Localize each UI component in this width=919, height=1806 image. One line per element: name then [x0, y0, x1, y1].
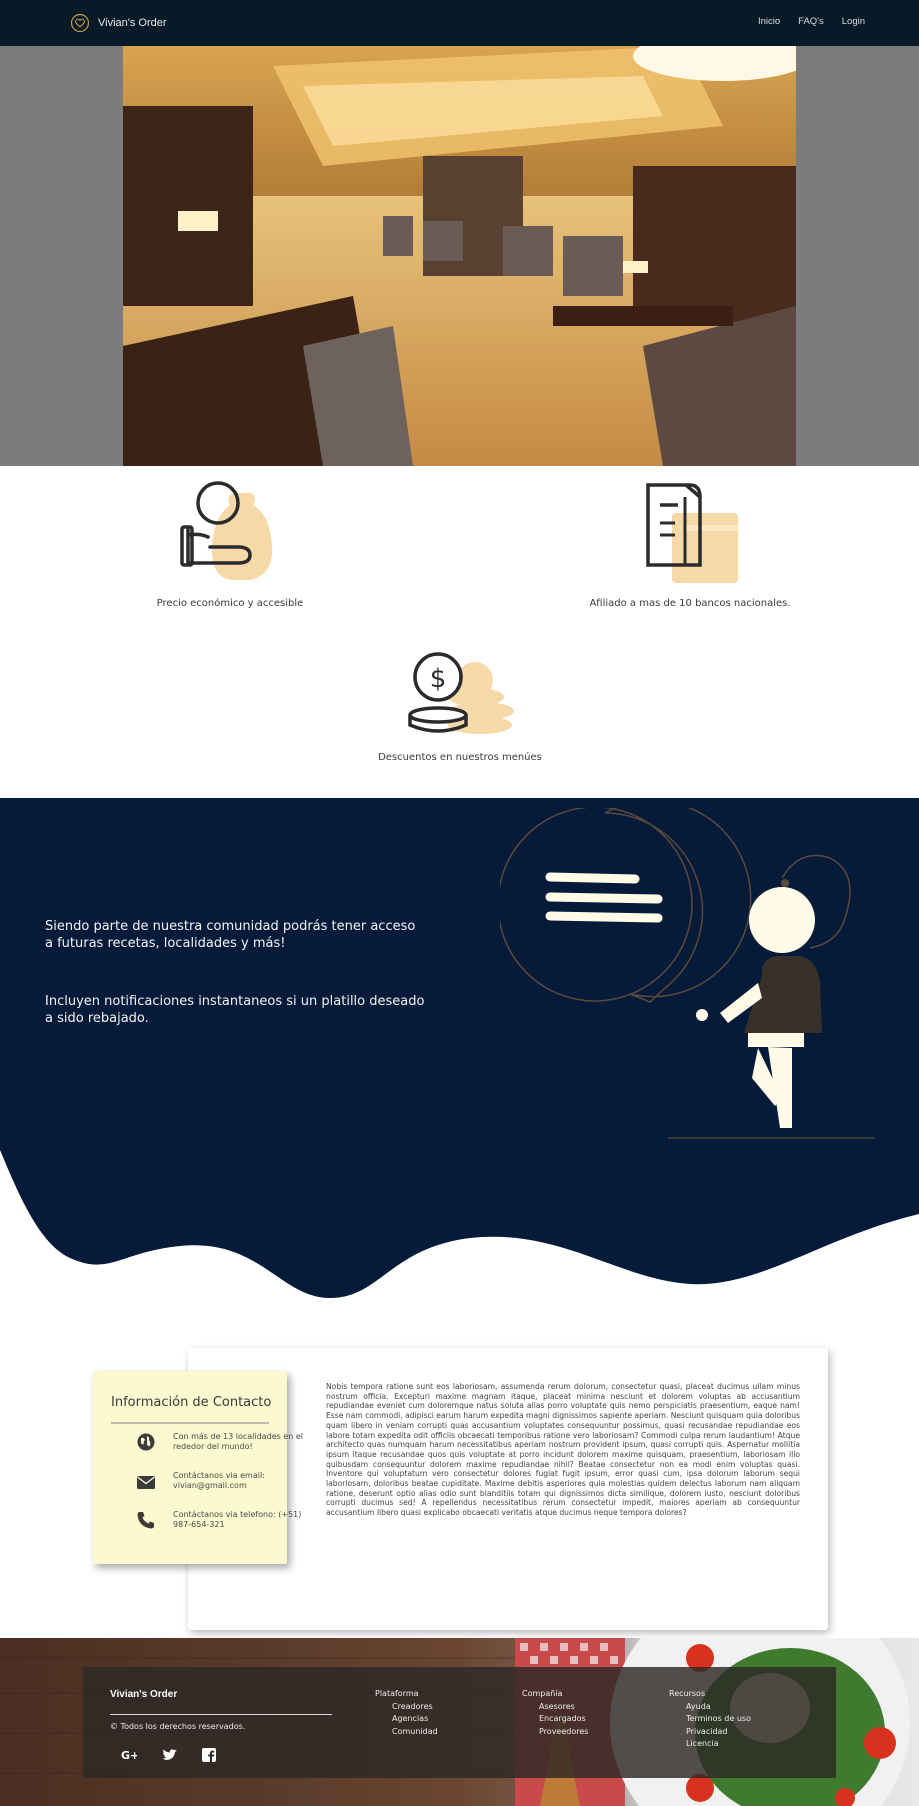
bank-card-icon: [646, 483, 738, 583]
contact-email[interactable]: Contáctanos via email: vivian@gmail.com: [173, 1471, 303, 1490]
contact-locations: Con más de 13 localidades en el rededor …: [173, 1432, 303, 1451]
nav-link-inicio[interactable]: Inicio: [758, 16, 780, 27]
envelope-icon: [137, 1476, 155, 1489]
promo-section: Siendo parte de nuestra comunidad podrás…: [0, 798, 919, 1318]
nav-links: Inicio FAQ's Login: [758, 16, 865, 27]
promo-text-2: Incluyen notificaciones instantaneos si …: [45, 994, 425, 1026]
contact-card: Información de Contacto Con más de 13 lo…: [93, 1371, 303, 1564]
google-plus-icon[interactable]: G+: [121, 1747, 137, 1763]
footer-link-creadores[interactable]: Creadores: [375, 1701, 438, 1714]
coins-icon: $: [408, 652, 514, 734]
hand-money-bag-icon: [180, 481, 273, 580]
footer-col-title: Recursos: [669, 1689, 706, 1698]
contact-title: Información de Contacto: [111, 1395, 272, 1410]
promo-text-1: Siendo parte de nuestra comunidad podrás…: [45, 919, 416, 951]
footer-divider: [110, 1714, 332, 1715]
feature-price: Precio económico y accesible: [140, 475, 320, 609]
footer: Vivian's Order © Todos los derechos rese…: [0, 1638, 919, 1806]
heart-logo-icon: [70, 13, 90, 33]
footer-link-proveedores[interactable]: Proveedores: [522, 1726, 588, 1739]
footer-link-comunidad[interactable]: Comunidad: [375, 1726, 438, 1739]
svg-text:G+: G+: [121, 1749, 137, 1762]
svg-text:$: $: [430, 664, 447, 694]
contact-phone[interactable]: Contáctanos via telefono: (+51) 987-654-…: [173, 1510, 303, 1529]
phone-icon: [137, 1512, 154, 1529]
feature-discounts: $ Descuentos en nuestros menúes: [360, 645, 560, 763]
feature-banks-label: Afiliado a mas de 10 bancos nacionales.: [589, 598, 791, 609]
footer-link-privacidad[interactable]: Privacidad: [669, 1726, 751, 1739]
footer-link-ayuda[interactable]: Ayuda: [669, 1701, 751, 1714]
feature-price-label: Precio económico y accesible: [156, 598, 304, 609]
info-body-text: Nobis tempora ratione sunt eos laboriosa…: [326, 1382, 800, 1518]
nav-link-login[interactable]: Login: [842, 16, 865, 27]
footer-link-encargados[interactable]: Encargados: [522, 1713, 588, 1726]
brand-name: Vivian's Order: [98, 17, 167, 29]
feature-banks: Afiliado a mas de 10 bancos nacionales.: [580, 475, 800, 609]
footer-link-asesores[interactable]: Asesores: [522, 1701, 588, 1714]
footer-brand: Vivian's Order: [110, 1689, 178, 1700]
footer-col-compania: Compañía Asesores Encargados Proveedores: [522, 1688, 588, 1738]
footer-link-agencias[interactable]: Agencias: [375, 1713, 438, 1726]
footer-col-title: Plataforma: [375, 1689, 419, 1698]
footer-link-terminos[interactable]: Terminos de uso: [669, 1713, 751, 1726]
navbar: Vivian's Order Inicio FAQ's Login: [0, 0, 919, 46]
footer-col-recursos: Recursos Ayuda Terminos de uso Privacida…: [669, 1688, 751, 1751]
footer-panel: Vivian's Order © Todos los derechos rese…: [83, 1667, 836, 1778]
footer-col-title: Compañía: [522, 1689, 563, 1698]
restaurant-photo: [123, 46, 796, 466]
footer-col-plataforma: Plataforma Creadores Agencias Comunidad: [375, 1688, 438, 1738]
hero-banner: [0, 46, 919, 466]
globe-icon: [137, 1433, 155, 1451]
footer-copyright: © Todos los derechos reservados.: [110, 1722, 246, 1731]
nav-link-faqs[interactable]: FAQ's: [798, 16, 824, 27]
feature-discounts-label: Descuentos en nuestros menúes: [378, 752, 542, 763]
footer-link-licencia[interactable]: Licencia: [669, 1738, 751, 1751]
facebook-icon[interactable]: [201, 1747, 217, 1763]
twitter-icon[interactable]: [162, 1747, 178, 1763]
brand[interactable]: Vivian's Order: [70, 13, 167, 33]
speech-bubble-illustration: [500, 808, 875, 1139]
contact-divider: [111, 1422, 269, 1424]
